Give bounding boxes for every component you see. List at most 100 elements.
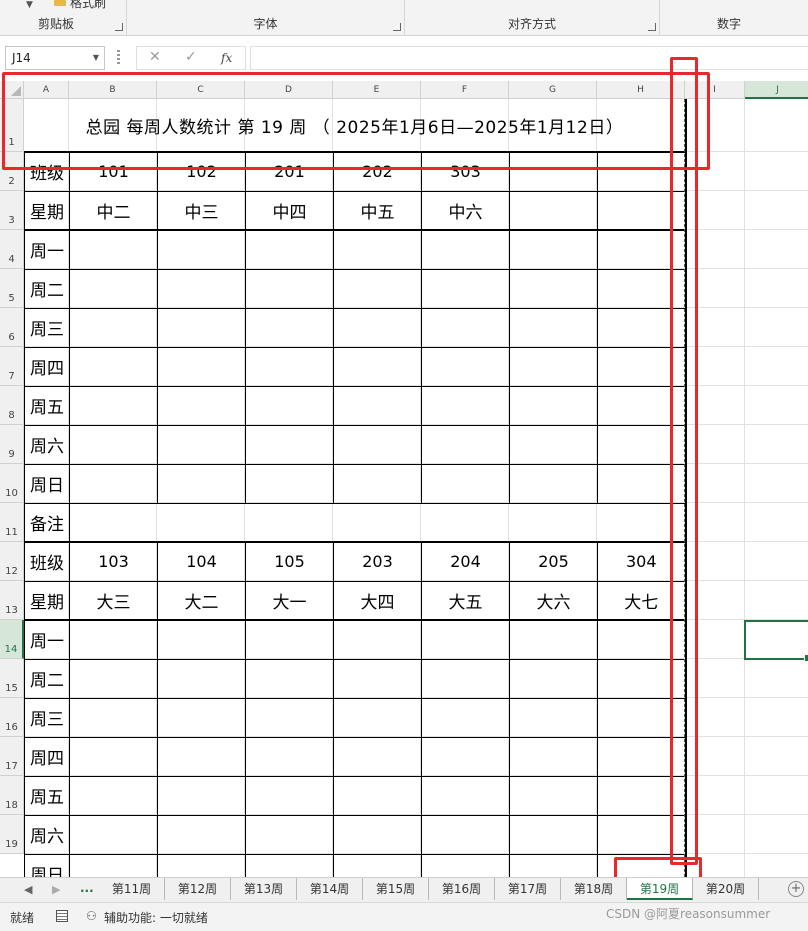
sheet-tab[interactable]: 第13周	[231, 878, 297, 900]
day-label[interactable]: 周六	[24, 814, 70, 855]
count-cell[interactable]	[69, 229, 158, 270]
count-cell[interactable]	[157, 853, 246, 877]
day-label[interactable]: 周一	[24, 229, 70, 270]
row-header-19[interactable]: 19	[0, 815, 24, 854]
count-cell[interactable]	[333, 775, 422, 816]
format-painter-label[interactable]: 格式刷	[70, 0, 106, 11]
count-cell[interactable]	[69, 697, 158, 738]
count-cell[interactable]	[245, 229, 334, 270]
count-cell[interactable]	[421, 775, 510, 816]
count-cell[interactable]	[69, 619, 158, 660]
count-cell[interactable]	[333, 736, 422, 777]
row-header-16[interactable]: 16	[0, 698, 24, 737]
format-painter-icon[interactable]	[54, 0, 66, 6]
class-number-cell[interactable]: 104	[157, 541, 246, 582]
count-cell[interactable]	[69, 814, 158, 855]
macro-record-icon[interactable]	[56, 910, 68, 922]
class-number-cell[interactable]: 103	[69, 541, 158, 582]
day-label[interactable]: 周四	[24, 346, 70, 387]
row-header-8[interactable]: 8	[0, 386, 24, 425]
count-cell[interactable]	[245, 619, 334, 660]
count-cell[interactable]	[509, 619, 598, 660]
sheet-tab[interactable]: 第12周	[165, 878, 231, 900]
count-cell[interactable]	[245, 775, 334, 816]
count-cell[interactable]	[157, 229, 246, 270]
count-cell[interactable]	[509, 268, 598, 309]
sheet-tab[interactable]: 第16周	[429, 878, 495, 900]
count-cell[interactable]	[509, 658, 598, 699]
count-cell[interactable]	[333, 385, 422, 426]
formula-input[interactable]	[250, 46, 808, 70]
count-cell[interactable]	[157, 385, 246, 426]
count-cell[interactable]	[69, 736, 158, 777]
class-number-cell[interactable]: 203	[333, 541, 422, 582]
count-cell[interactable]	[509, 385, 598, 426]
count-cell[interactable]	[509, 463, 598, 504]
class-number-cell[interactable]: 204	[421, 541, 510, 582]
row-header-10[interactable]: 10	[0, 464, 24, 503]
row-header-6[interactable]: 6	[0, 308, 24, 347]
count-cell[interactable]	[69, 385, 158, 426]
count-cell[interactable]	[421, 736, 510, 777]
count-cell[interactable]	[157, 268, 246, 309]
count-cell[interactable]	[333, 229, 422, 270]
day-label[interactable]: 周二	[24, 268, 70, 309]
day-label[interactable]: 周四	[24, 736, 70, 777]
week-label[interactable]: 星期	[24, 580, 70, 621]
clipboard-launcher-icon[interactable]	[115, 23, 123, 31]
grade-cell[interactable]: 中六	[421, 190, 510, 231]
class-label[interactable]: 班级	[24, 541, 70, 582]
class-number-cell[interactable]: 105	[245, 541, 334, 582]
day-label[interactable]: 周日	[24, 853, 70, 877]
chevron-down-icon[interactable]: ▼	[26, 0, 33, 10]
count-cell[interactable]	[509, 814, 598, 855]
count-cell[interactable]	[157, 346, 246, 387]
grade-cell[interactable]: 中三	[157, 190, 246, 231]
insert-function-icon[interactable]: fx	[221, 51, 232, 65]
notes-label[interactable]: 备注	[24, 502, 70, 543]
count-cell[interactable]	[69, 853, 158, 877]
grade-cell[interactable]: 大四	[333, 580, 422, 621]
count-cell[interactable]	[157, 775, 246, 816]
count-cell[interactable]	[245, 346, 334, 387]
count-cell[interactable]	[245, 736, 334, 777]
accessibility-status[interactable]: 辅助功能: 一切就绪	[104, 909, 208, 926]
count-cell[interactable]	[245, 814, 334, 855]
count-cell[interactable]	[509, 307, 598, 348]
count-cell[interactable]	[421, 307, 510, 348]
alignment-launcher-icon[interactable]	[648, 23, 656, 31]
count-cell[interactable]	[157, 814, 246, 855]
count-cell[interactable]	[421, 268, 510, 309]
row-header-14[interactable]: 14	[0, 620, 24, 659]
count-cell[interactable]	[245, 424, 334, 465]
week-label[interactable]: 星期	[24, 190, 70, 231]
count-cell[interactable]	[69, 346, 158, 387]
count-cell[interactable]	[69, 463, 158, 504]
row-header-3[interactable]: 3	[0, 191, 24, 230]
count-cell[interactable]	[421, 853, 510, 877]
count-cell[interactable]	[333, 697, 422, 738]
name-box[interactable]: J14 ▼	[5, 46, 105, 70]
count-cell[interactable]	[421, 697, 510, 738]
count-cell[interactable]	[333, 307, 422, 348]
count-cell[interactable]	[69, 307, 158, 348]
count-cell[interactable]	[421, 658, 510, 699]
notes-cell[interactable]	[69, 502, 687, 543]
count-cell[interactable]	[509, 697, 598, 738]
prev-sheet-icon[interactable]: ◀	[24, 883, 32, 896]
count-cell[interactable]	[69, 424, 158, 465]
count-cell[interactable]	[333, 619, 422, 660]
count-cell[interactable]	[157, 697, 246, 738]
count-cell[interactable]	[421, 229, 510, 270]
grade-cell[interactable]: 大二	[157, 580, 246, 621]
row-header-11[interactable]: 11	[0, 503, 24, 542]
sheet-tab[interactable]: 第19周	[627, 878, 693, 900]
count-cell[interactable]	[509, 853, 598, 877]
count-cell[interactable]	[509, 736, 598, 777]
count-cell[interactable]	[69, 658, 158, 699]
day-label[interactable]: 周五	[24, 775, 70, 816]
row-header-17[interactable]: 17	[0, 737, 24, 776]
day-label[interactable]: 周六	[24, 424, 70, 465]
count-cell[interactable]	[245, 385, 334, 426]
count-cell[interactable]	[333, 463, 422, 504]
